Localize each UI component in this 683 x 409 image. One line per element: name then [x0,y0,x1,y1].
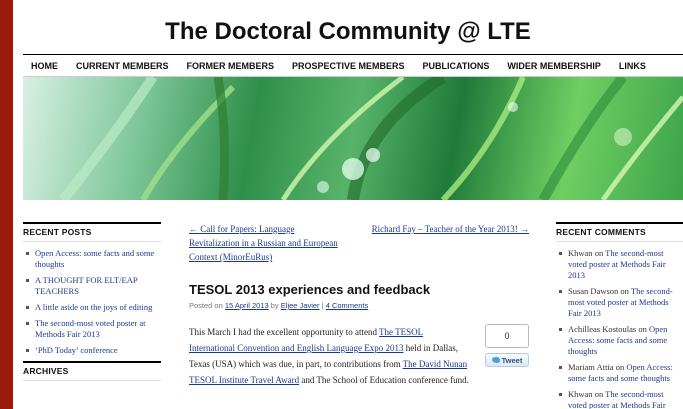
comment-author: Susan Dawson [568,286,619,296]
header-banner-image [23,77,683,200]
recent-comment-item: Khwan on The second-most voted poster at… [556,248,683,281]
recent-post-item[interactable]: A little aside on the joys of editing [23,302,161,313]
nav-publications[interactable]: PUBLICATIONS [423,61,490,71]
recent-post-item[interactable]: A THOUGHT FOR ELT/EAP TEACHERS [23,275,161,297]
nav-prospective-members[interactable]: PROSPECTIVE MEMBERS [292,61,405,71]
main-nav: HOME CURRENT MEMBERS FORMER MEMBERS PROS… [23,55,683,76]
comment-on-label: on [638,324,647,334]
next-post-link[interactable]: Richard Fay – Teacher of the Year 2013! … [369,222,529,264]
tweet-label: Tweet [501,355,523,365]
post-body: This March I had the excellent opportuni… [189,324,529,388]
recent-comment-item: Achilleas Kostoulas on Open Access: some… [556,324,683,357]
main-content: ← Call for Papers: Language Revitalizati… [189,222,529,388]
recent-comment-item: Susan Dawson on The second-most voted po… [556,286,683,319]
meta-separator: | [321,301,324,310]
recent-comments-title: RECENT COMMENTS [556,222,683,242]
right-sidebar: RECENT COMMENTS Khwan on The second-most… [556,222,683,409]
post-comments-link[interactable]: 4 Comments [326,301,369,310]
recent-comment-item: Mariam Attia on Open Access: some facts … [556,362,683,384]
meta-posted-label: Posted on [189,301,223,310]
meta-by-label: by [270,301,279,310]
page: The Doctoral Community @ LTE HOME CURREN… [13,0,683,409]
post-title[interactable]: TESOL 2013 experiences and feedback [189,282,529,297]
post-text-part: This March I had the excellent opportuni… [189,327,380,337]
comment-author: Khwan [568,389,593,399]
comment-author: Khwan [568,248,593,258]
comment-on-label: on [620,286,629,296]
post-date-link[interactable]: 15 April 2013 [225,301,269,310]
nav-wider-membership[interactable]: WIDER MEMBERSHIP [507,61,601,71]
comment-author: Mariam Attia [568,362,614,372]
comment-on-label: on [615,362,625,372]
comment-on-label: on [594,389,604,399]
recent-post-item[interactable]: ‘PhD Today’ conference [23,345,161,356]
comment-on-label: on [594,248,604,258]
post-author-link[interactable]: Eljee Javier [281,301,320,310]
post-text-part: and The School of Education conference f… [299,375,469,385]
previous-post-link[interactable]: ← Call for Papers: Language Revitalizati… [189,222,339,264]
post-navigation: ← Call for Papers: Language Revitalizati… [189,222,529,264]
tweet-count: 0 [485,324,529,348]
twitter-bird-icon [491,357,500,363]
tweet-button[interactable]: Tweet [485,353,529,367]
left-sidebar: RECENT POSTS Open Access: some facts and… [23,222,161,387]
grass-illustration [59,77,683,200]
nav-home[interactable]: HOME [31,61,58,71]
post-meta: Posted on 15 April 2013 by Eljee Javier … [189,301,529,310]
recent-posts-list: Open Access: some facts and some thought… [23,248,161,356]
archives-title: ARCHIVES [23,361,161,381]
site-title[interactable]: The Doctoral Community @ LTE [13,18,683,46]
recent-posts-title: RECENT POSTS [23,222,161,242]
recent-post-item[interactable]: The second-most voted poster at Methods … [23,318,161,340]
share-widget: 0 Tweet [485,324,529,388]
comment-author: Achilleas Kostoulas [568,324,637,334]
recent-post-item[interactable]: Open Access: some facts and some thought… [23,248,161,270]
post-text: This March I had the excellent opportuni… [189,324,471,388]
nav-links[interactable]: LINKS [619,61,646,71]
nav-current-members[interactable]: CURRENT MEMBERS [76,61,169,71]
recent-comment-item: Khwan on The second-most voted poster at… [556,389,683,409]
recent-comments-list: Khwan on The second-most voted poster at… [556,248,683,409]
nav-former-members[interactable]: FORMER MEMBERS [187,61,275,71]
